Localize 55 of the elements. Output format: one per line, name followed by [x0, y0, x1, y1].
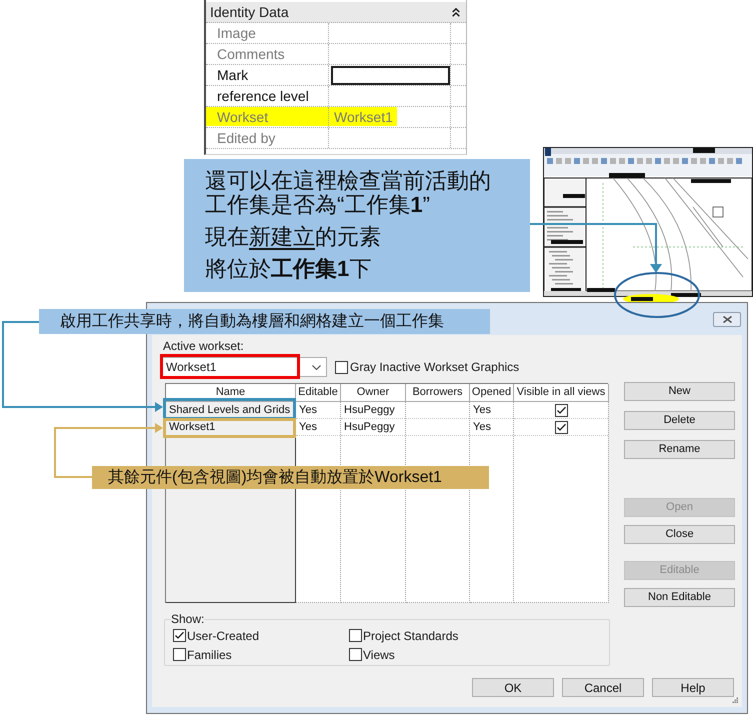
group-label: Show: — [171, 612, 204, 626]
table-cell: Shared Levels and Grids — [169, 404, 290, 416]
action-button[interactable]: Delete — [624, 411, 735, 430]
property-label: Mark — [217, 67, 248, 83]
workset-dropdown[interactable]: Workset1 — [161, 357, 327, 377]
property-label: Workset — [217, 109, 268, 125]
checkbox-label[interactable]: Project Standards — [363, 628, 458, 642]
section-title: Identity Data — [210, 4, 289, 20]
column-header: Editable — [296, 384, 341, 402]
close-icon — [722, 316, 732, 322]
column-header: Opened — [470, 384, 514, 402]
table-cell: Workset1 — [169, 422, 216, 432]
table-cell: Yes — [299, 404, 317, 416]
table-cell: Yes — [299, 422, 317, 432]
table-cell: Yes — [473, 404, 491, 416]
checkbox-label[interactable]: User-Created — [187, 628, 260, 642]
action-button[interactable]: Non Editable — [624, 588, 735, 607]
callout-text: 將位於工作集1下 — [205, 257, 372, 281]
checkbox[interactable] — [554, 420, 568, 434]
dialog-button[interactable]: Cancel — [562, 678, 644, 697]
checkbox-label[interactable]: Families — [187, 648, 232, 662]
column-header: Borrowers — [406, 384, 470, 402]
caret-icon — [312, 364, 321, 370]
dialog-button[interactable]: Help — [652, 678, 734, 697]
field-label: Active workset: — [163, 339, 245, 353]
checkbox-label[interactable]: Gray Inactive Workset Graphics — [350, 360, 520, 374]
dialog-button[interactable]: OK — [472, 678, 554, 697]
property-label: Edited by — [217, 130, 276, 146]
checkbox[interactable] — [173, 629, 186, 642]
close-button[interactable] — [713, 312, 741, 326]
property-label: reference level — [217, 88, 309, 104]
checkbox[interactable] — [335, 360, 348, 374]
checkbox[interactable] — [173, 648, 186, 661]
action-button[interactable]: Rename — [624, 440, 735, 459]
checkbox[interactable] — [349, 629, 362, 642]
table-cell: HsuPeggy — [344, 422, 395, 432]
property-value: Workset1 — [333, 109, 393, 125]
property-label: Image — [217, 25, 256, 41]
annotation-banner: 啟用工作共享時，將自動為樓層和網格建立一個工作集 — [39, 309, 490, 334]
column-header: Owner — [341, 384, 406, 402]
value-field[interactable] — [331, 66, 450, 84]
action-button[interactable]: Close — [624, 525, 735, 544]
collapse-icon[interactable] — [452, 8, 460, 16]
checkbox[interactable] — [554, 404, 568, 416]
resize-grip-icon[interactable] — [732, 697, 739, 704]
checkbox[interactable] — [349, 648, 362, 661]
callout-text: 現在新建立的元素 — [205, 225, 382, 249]
column-header: Visible in all views — [514, 384, 609, 402]
callout-text: 還可以在這裡檢查當前活動的工作集是否為“工作集1” — [205, 169, 492, 217]
table-cell: Yes — [473, 422, 491, 432]
table-cell: HsuPeggy — [344, 404, 395, 416]
property-label: Comments — [217, 46, 285, 62]
action-button[interactable]: New — [624, 382, 735, 401]
annotation-banner: 其餘元件(包含視圖)均會被自動放置於Workset1 — [92, 466, 489, 489]
checkbox-label[interactable]: Views — [363, 648, 395, 662]
